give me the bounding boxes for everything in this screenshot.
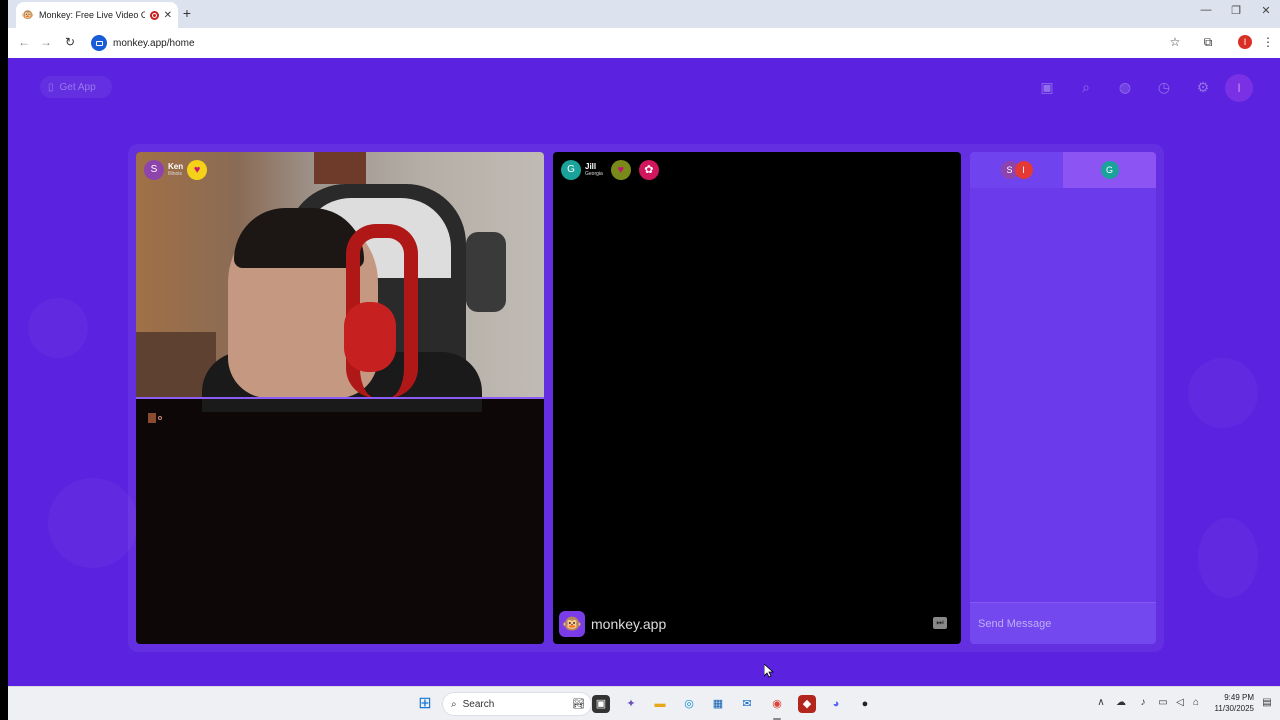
site-info-icon[interactable] <box>91 35 107 51</box>
monkey-page: ▯ Get App ▣ ⌕ ◍ ◷ ⚙ I S Ken Illinois ♥ G… <box>8 58 1280 686</box>
clock-time: 9:49 PM <box>1224 693 1254 702</box>
status-icon <box>148 413 156 423</box>
display-icon[interactable]: ▭ <box>1156 697 1170 708</box>
menu-kebab-icon[interactable]: ⋮ <box>1260 35 1276 49</box>
monkey-favicon-icon: 🐵 <box>21 9 35 21</box>
user-name: Ken <box>168 161 184 171</box>
volume-icon[interactable]: ◁ <box>1173 697 1187 708</box>
profile-avatar[interactable]: I <box>1238 35 1252 49</box>
minimize-button[interactable]: — <box>1196 4 1216 16</box>
url-text: monkey.app/home <box>113 37 195 49</box>
background-decoration <box>48 478 138 568</box>
background-decoration <box>28 298 88 358</box>
user-avatar[interactable]: I <box>1225 74 1253 102</box>
search-icon: ⌕ <box>451 698 457 710</box>
send-message-input[interactable] <box>970 603 1156 644</box>
outlook-icon[interactable]: ✉ <box>738 695 756 713</box>
tab-search-icon[interactable]: ⧉ <box>1200 35 1216 50</box>
search-highlight-icon: 🏞 <box>572 698 585 710</box>
bookmark-star-icon[interactable]: ☆ <box>1167 35 1183 49</box>
phone-icon: ▯ <box>48 81 54 93</box>
chat-avatar-g: G <box>1100 161 1119 179</box>
status-dot-icon <box>158 416 162 420</box>
skip-icon[interactable]: ⏭ <box>933 617 947 629</box>
get-app-label: Get App <box>59 81 96 93</box>
history-icon[interactable]: ◷ <box>1155 78 1173 96</box>
chat-avatar-i: I <box>1014 161 1033 179</box>
discord-icon[interactable]: ◕ <box>827 695 845 713</box>
recording-icon <box>149 10 159 20</box>
background-decoration <box>1188 358 1258 428</box>
store-icon[interactable]: ▦ <box>709 695 727 713</box>
webcam-feed <box>136 152 544 412</box>
address-bar[interactable]: monkey.app/home <box>84 32 1184 54</box>
tab-title: Monkey: Free Live Video Ch <box>39 10 145 20</box>
user-avatar-g[interactable]: G <box>561 160 581 180</box>
background-decoration <box>1198 518 1258 598</box>
brand-text: monkey.app <box>591 616 667 632</box>
chat-tabs: S I G <box>970 152 1156 188</box>
network-icon[interactable]: ⌂ <box>1189 697 1203 708</box>
windows-start-icon[interactable]: ⊞ <box>416 695 434 713</box>
user-avatar-s[interactable]: S <box>144 160 164 180</box>
monkey-watermark: 🐵 monkey.app <box>559 611 666 637</box>
close-tab-button[interactable]: ✕ <box>164 10 172 21</box>
clock-date: 11/30/2025 <box>1214 704 1254 713</box>
gift-badge-icon[interactable]: ✿ <box>638 160 659 180</box>
notification-icon[interactable]: ▤ <box>1260 697 1274 708</box>
tab-chat-pair[interactable]: S I <box>970 152 1063 188</box>
task-view-icon[interactable]: ▣ <box>592 695 610 713</box>
copilot-icon[interactable]: ✦ <box>622 695 640 713</box>
tray-overflow-icon[interactable]: ∧ <box>1094 697 1108 708</box>
remote-video: G Jill Georgia ♥ ✿ 🐵 monkey.app ⏭ <box>553 152 961 644</box>
new-tab-button[interactable]: + <box>178 5 196 21</box>
maximize-button[interactable]: ❐ <box>1226 4 1246 17</box>
user-tag-left: S Ken Illinois ♥ <box>144 160 208 180</box>
monkey-logo-icon: 🐵 <box>559 611 585 637</box>
search-icon[interactable]: ⌕ <box>1077 78 1095 96</box>
taskbar: ⊞ ⌕ Search 🏞 ▣ ✦ ▬ ◎ ▦ ✉ ◉ ◆ ◕ ● ∧ ☁ ♪ ▭… <box>8 686 1280 720</box>
friends-icon[interactable]: ◍ <box>1116 78 1134 96</box>
chrome-icon[interactable]: ◉ <box>768 695 786 713</box>
app-icon-dark[interactable]: ● <box>856 695 874 713</box>
reload-icon[interactable]: ↻ <box>62 35 78 49</box>
user-location: Illinois <box>168 170 182 177</box>
tab-strip: 🐵 Monkey: Free Live Video Ch ✕ + — ❐ ✕ <box>8 0 1280 28</box>
text-chat: S I G <box>970 152 1156 644</box>
search-label: Search <box>462 698 495 710</box>
browser-tab[interactable]: 🐵 Monkey: Free Live Video Ch ✕ <box>16 2 178 28</box>
message-box <box>970 602 1156 644</box>
heart-badge-icon[interactable]: ♥ <box>187 160 208 180</box>
local-video: S Ken Illinois ♥ <box>136 152 544 644</box>
tab-chat-partner[interactable]: G <box>1063 152 1156 188</box>
clock[interactable]: 9:49 PM 11/30/2025 <box>1208 692 1254 714</box>
user-name: Jill <box>585 161 597 171</box>
mouse-cursor-icon <box>764 664 774 678</box>
app-icon-red[interactable]: ◆ <box>798 695 816 713</box>
forward-icon[interactable]: → <box>38 35 54 49</box>
shop-icon[interactable]: ▣ <box>1038 78 1056 96</box>
settings-icon[interactable]: ⚙ <box>1194 78 1212 96</box>
onedrive-icon[interactable]: ☁ <box>1114 697 1128 708</box>
file-explorer-icon[interactable]: ▬ <box>651 695 669 713</box>
back-icon[interactable]: ← <box>16 35 32 49</box>
microphone-icon[interactable]: ♪ <box>1136 697 1150 708</box>
browser-toolbar: ← → ↻ monkey.app/home ☆ ⧉ I ⋮ <box>8 28 1280 58</box>
taskbar-search[interactable]: ⌕ Search 🏞 <box>442 692 592 716</box>
heart-badge-icon[interactable]: ♥ <box>610 160 631 180</box>
user-tag-right: G Jill Georgia ♥ ✿ <box>561 160 659 180</box>
edge-icon[interactable]: ◎ <box>680 695 698 713</box>
user-location: Georgia <box>585 170 603 177</box>
screen: 🐵 Monkey: Free Live Video Ch ✕ + — ❐ ✕ ←… <box>8 0 1280 720</box>
video-divider <box>136 397 544 399</box>
get-app-button[interactable]: ▯ Get App <box>40 76 112 98</box>
close-window-button[interactable]: ✕ <box>1256 4 1276 17</box>
